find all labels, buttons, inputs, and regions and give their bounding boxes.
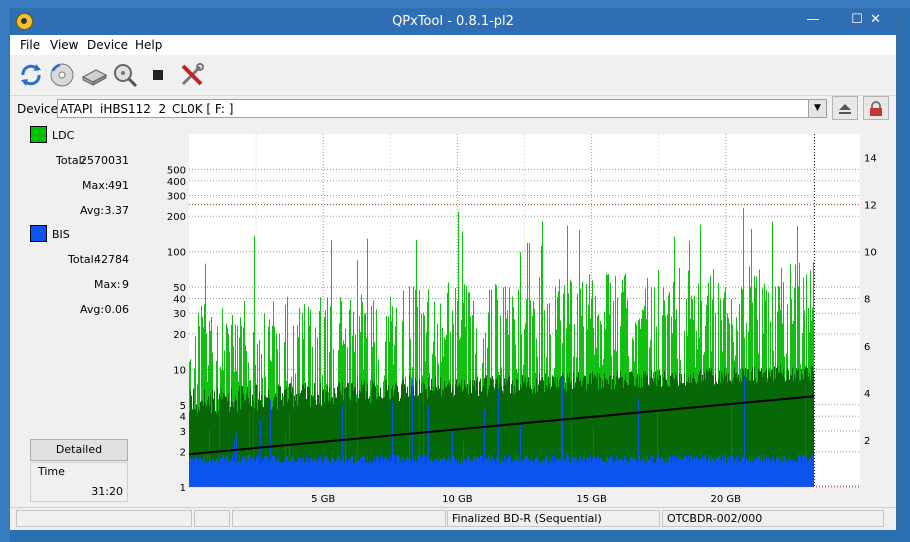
y-right-tick-label: 2 [864,436,870,447]
y-right-tick-label: 14 [864,154,877,165]
ldc-max-value: 491 [108,179,129,192]
ldc-legend-swatch [30,126,47,143]
bis-total-value: 42784 [94,253,129,266]
bis-max-value: 9 [122,278,129,291]
scan-chart: 1234510203040501002003004005002468101214… [167,134,877,503]
ldc-total-value: 2570031 [80,154,129,167]
desktop-background [0,0,910,8]
time-label: Time [38,465,65,478]
device-select[interactable]: ATAPI iHBS112 2 CL0K [ F: ] ▼ [57,99,827,118]
x-tick-label: 10 GB [442,494,473,503]
status-cell-2 [194,510,230,527]
stats-panel: LDC Total: 2570031 Max: 491 Avg: 3.37 BI… [10,123,135,503]
ldc-avg-value: 3.37 [104,204,130,217]
minimize-button[interactable]: — [791,9,835,31]
bis-avg-value: 0.06 [104,303,130,316]
menu-view[interactable]: View [50,38,78,52]
toolbar [10,55,896,95]
x-tick-label: 20 GB [711,494,742,503]
y-left-tick-label: 400 [167,177,186,188]
y-left-tick-label: 4 [180,412,186,423]
device-vendor: ATAPI [60,102,93,116]
bis-avg-label: Avg: [80,303,105,316]
device-firmware: CL0K [ F: ] [172,102,234,116]
y-left-tick-label: 10 [173,365,186,376]
bis-legend-swatch [30,225,47,242]
chevron-down-icon[interactable]: ▼ [808,100,826,117]
y-left-tick-label: 1 [180,483,186,494]
bis-legend-label: BIS [52,228,70,241]
disc-info-icon[interactable] [48,61,76,89]
media-status: Finalized BD-R (Sequential) [447,510,660,527]
y-left-tick-label: 300 [167,192,186,203]
status-cell-1 [16,510,192,527]
eject-button[interactable] [832,96,858,120]
title-bar[interactable]: QPxTool - 0.8.1-pl2 — ☐ ✕ [10,9,896,35]
y-left-tick-label: 20 [173,330,186,341]
device-label: Device: [17,102,63,116]
y-left-tick-label: 30 [173,309,186,320]
x-tick-label: 15 GB [576,494,607,503]
status-cell-3 [232,510,446,527]
y-left-tick-label: 40 [173,294,186,305]
app-window: QPxTool - 0.8.1-pl2 — ☐ ✕ File View Devi… [9,8,897,530]
lock-icon [870,100,882,116]
stop-icon[interactable] [144,61,172,89]
lock-button[interactable] [863,96,889,120]
menu-file[interactable]: File [20,38,40,52]
y-left-tick-label: 5 [180,401,186,412]
disc-id-status: OTCBDR-002/000 [662,510,884,527]
close-button[interactable]: ✕ [855,9,896,31]
settings-tools-icon[interactable] [178,61,206,89]
scan-icon[interactable] [111,61,139,89]
ldc-legend-label: LDC [52,129,75,142]
menu-bar: File View Device Help [10,35,896,55]
y-right-tick-label: 8 [864,295,870,306]
window-title: QPxTool - 0.8.1-pl2 [392,14,514,29]
x-tick-label: 5 GB [311,494,335,503]
bis-total-label: Total: [68,253,98,266]
menu-device[interactable]: Device [87,38,128,52]
device-bar: Device: ATAPI iHBS112 2 CL0K [ F: ] ▼ [10,95,896,122]
y-left-tick-label: 100 [167,248,186,259]
detailed-button[interactable]: Detailed [30,439,128,461]
eject-icon [839,103,851,114]
menu-help[interactable]: Help [135,38,162,52]
ldc-max-label: Max: [82,179,109,192]
y-left-tick-label: 2 [180,448,186,459]
bis-max-label: Max: [94,278,121,291]
refresh-icon[interactable] [17,61,45,89]
y-right-tick-label: 4 [864,389,870,400]
y-left-tick-label: 500 [167,165,186,176]
y-right-tick-label: 12 [864,201,877,212]
device-model: iHBS112 2 [100,102,167,116]
ldc-avg-label: Avg: [80,204,105,217]
time-value: 31:20 [91,485,123,498]
y-right-tick-label: 10 [864,248,877,259]
time-box: Time 31:20 [30,462,128,502]
y-right-tick-label: 6 [864,342,870,353]
drive-icon[interactable] [80,61,108,89]
y-left-tick-label: 50 [173,283,186,294]
y-left-tick-label: 200 [167,212,186,223]
y-left-tick-label: 3 [180,427,186,438]
status-bar: Finalized BD-R (Sequential) OTCBDR-002/0… [10,507,896,530]
